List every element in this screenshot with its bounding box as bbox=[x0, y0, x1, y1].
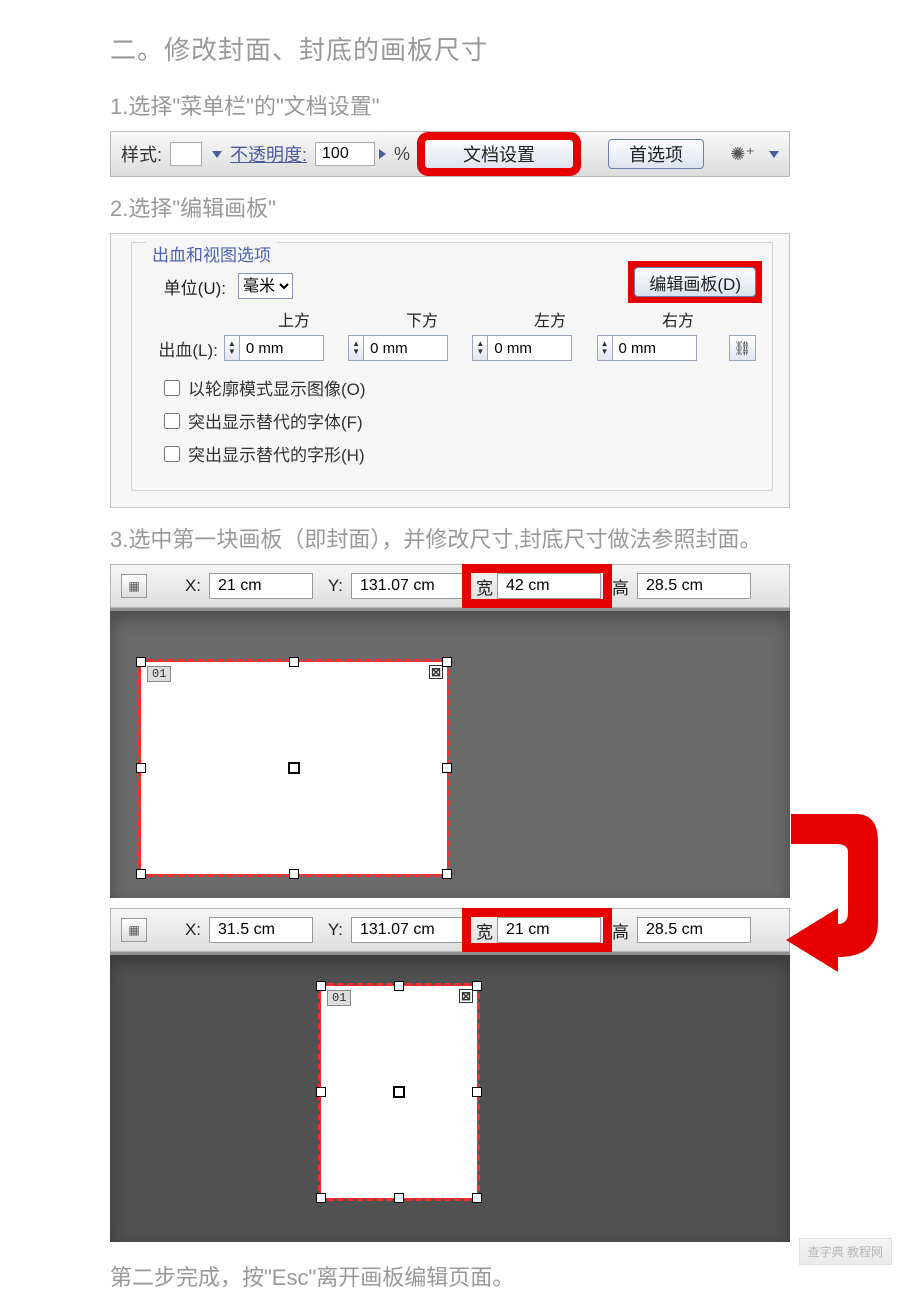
reference-point-icon[interactable]: ▦ bbox=[121, 574, 147, 598]
x-input[interactable] bbox=[209, 917, 313, 943]
opacity-step-icon[interactable] bbox=[379, 149, 386, 159]
bleed-left-input[interactable] bbox=[488, 335, 572, 361]
step1-text: 1.选择"菜单栏"的"文档设置" bbox=[110, 89, 790, 121]
document-setup-panel: 出血和视图选项 单位(U): 毫米 编辑画板(D) 上方 下方 左方 右方 出血… bbox=[110, 233, 790, 508]
spinner-icon[interactable]: ▲▼ bbox=[224, 335, 240, 361]
step2-text: 2.选择"编辑画板" bbox=[110, 191, 790, 223]
handle-sw[interactable] bbox=[316, 1193, 326, 1203]
artboard-after[interactable]: 01 ⊠ bbox=[320, 985, 478, 1199]
width-highlight: 宽 bbox=[469, 915, 605, 945]
handle-nw[interactable] bbox=[316, 981, 326, 991]
center-handle-icon[interactable] bbox=[393, 1086, 405, 1098]
unit-label: 单位(U): bbox=[148, 274, 226, 299]
x-label: X: bbox=[175, 920, 205, 940]
handle-w[interactable] bbox=[316, 1087, 326, 1097]
options-toolbar: 样式: 不透明度: % 文档设置 首选项 ✺⁺ bbox=[110, 131, 790, 177]
percent-label: % bbox=[394, 144, 410, 165]
reference-point-icon[interactable]: ▦ bbox=[121, 918, 147, 942]
bleed-left-field[interactable]: ▲▼ bbox=[472, 335, 596, 361]
canvas-before[interactable]: 01 ⊠ bbox=[110, 608, 790, 898]
bleed-label: 出血(L): bbox=[148, 336, 224, 361]
bleed-right-field[interactable]: ▲▼ bbox=[597, 335, 721, 361]
y-label: Y: bbox=[317, 576, 347, 596]
w-input[interactable] bbox=[497, 573, 601, 599]
close-icon[interactable]: ⊠ bbox=[429, 665, 443, 679]
handle-e[interactable] bbox=[442, 763, 452, 773]
bleed-bottom-input[interactable] bbox=[364, 335, 448, 361]
close-icon[interactable]: ⊠ bbox=[459, 989, 473, 1003]
edit-artboard-highlight: 编辑画板(D) bbox=[628, 261, 762, 303]
flare-dropdown-icon[interactable] bbox=[769, 151, 779, 158]
artboard-number-label: 01 bbox=[147, 666, 171, 682]
handle-sw[interactable] bbox=[136, 869, 146, 879]
spinner-icon[interactable]: ▲▼ bbox=[348, 335, 364, 361]
h-input[interactable] bbox=[637, 573, 751, 599]
handle-ne[interactable] bbox=[442, 657, 452, 667]
handle-n[interactable] bbox=[289, 657, 299, 667]
group-label: 出血和视图选项 bbox=[146, 241, 277, 266]
preferences-button[interactable]: 首选项 bbox=[608, 139, 704, 169]
artboard-number-label: 01 bbox=[327, 990, 351, 1006]
bleed-right-input[interactable] bbox=[613, 335, 697, 361]
bleed-bottom-field[interactable]: ▲▼ bbox=[348, 335, 472, 361]
y-input[interactable] bbox=[351, 573, 465, 599]
step3-text: 3.选中第一块画板（即封面），并修改尺寸,封底尺寸做法参照封面。 bbox=[110, 522, 790, 554]
spinner-icon[interactable]: ▲▼ bbox=[472, 335, 488, 361]
check-highlight-glyphs[interactable]: 突出显示替代的字形(H) bbox=[164, 441, 756, 466]
check-highlight-fonts[interactable]: 突出显示替代的字体(F) bbox=[164, 408, 756, 433]
artboard-control-bar-before: ▦ X: Y: 宽 高 bbox=[110, 564, 790, 608]
check-outline-mode[interactable]: 以轮廓模式显示图像(O) bbox=[164, 375, 756, 400]
opacity-label[interactable]: 不透明度: bbox=[230, 141, 307, 167]
h-label: 高 bbox=[609, 574, 633, 599]
w-input[interactable] bbox=[497, 917, 601, 943]
unit-select[interactable]: 毫米 bbox=[238, 273, 293, 299]
flare-icon[interactable]: ✺⁺ bbox=[726, 144, 759, 165]
x-input[interactable] bbox=[209, 573, 313, 599]
bleed-head-top: 上方 bbox=[230, 307, 358, 331]
style-label: 样式: bbox=[121, 141, 162, 167]
handle-s[interactable] bbox=[289, 869, 299, 879]
bleed-top-input[interactable] bbox=[240, 335, 324, 361]
style-swatch[interactable] bbox=[170, 142, 202, 166]
handle-n[interactable] bbox=[394, 981, 404, 991]
w-label: 宽 bbox=[473, 574, 497, 599]
opacity-field[interactable] bbox=[315, 142, 386, 166]
canvas-after[interactable]: 01 ⊠ bbox=[110, 952, 790, 1242]
center-handle-icon[interactable] bbox=[288, 762, 300, 774]
x-label: X: bbox=[175, 576, 205, 596]
h-label: 高 bbox=[609, 918, 633, 943]
w-label: 宽 bbox=[473, 918, 497, 943]
handle-ne[interactable] bbox=[472, 981, 482, 991]
section-heading: 二。修改封面、封底的画板尺寸 bbox=[110, 30, 790, 67]
handle-se[interactable] bbox=[442, 869, 452, 879]
footer-text: 第二步完成，按"Esc"离开画板编辑页面。 bbox=[110, 1260, 790, 1292]
bleed-top-field[interactable]: ▲▼ bbox=[224, 335, 348, 361]
handle-w[interactable] bbox=[136, 763, 146, 773]
spinner-icon[interactable]: ▲▼ bbox=[597, 335, 613, 361]
bleed-head-left: 左方 bbox=[486, 307, 614, 331]
h-input[interactable] bbox=[637, 917, 751, 943]
link-values-icon[interactable]: ⛓ bbox=[729, 335, 756, 361]
y-input[interactable] bbox=[351, 917, 465, 943]
change-arrow-icon bbox=[786, 812, 878, 972]
bleed-head-right: 右方 bbox=[614, 307, 742, 331]
edit-artboard-button[interactable]: 编辑画板(D) bbox=[634, 267, 756, 297]
y-label: Y: bbox=[317, 920, 347, 940]
handle-e[interactable] bbox=[472, 1087, 482, 1097]
artboard-control-bar-after: ▦ X: Y: 宽 高 bbox=[110, 908, 790, 952]
style-dropdown-icon[interactable] bbox=[212, 151, 222, 158]
width-highlight: 宽 bbox=[469, 571, 605, 601]
watermark: 查字典 教程网 bbox=[799, 1238, 892, 1265]
handle-nw[interactable] bbox=[136, 657, 146, 667]
artboard-before[interactable]: 01 ⊠ bbox=[140, 661, 448, 875]
handle-se[interactable] bbox=[472, 1193, 482, 1203]
opacity-input[interactable] bbox=[315, 142, 375, 166]
document-setup-button[interactable]: 文档设置 bbox=[424, 139, 574, 169]
handle-s[interactable] bbox=[394, 1193, 404, 1203]
bleed-head-bottom: 下方 bbox=[358, 307, 486, 331]
